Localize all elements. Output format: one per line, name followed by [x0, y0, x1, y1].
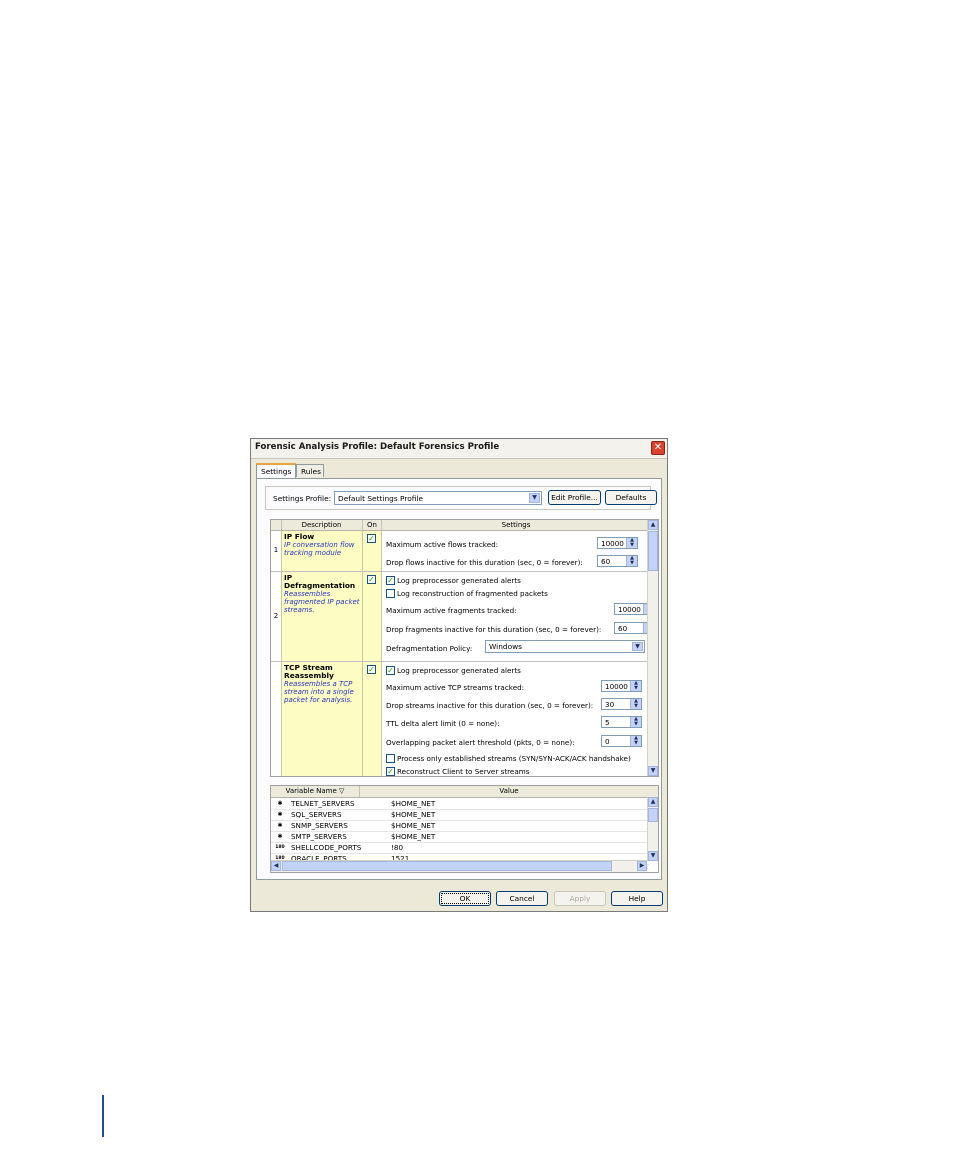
scroll-right-icon[interactable]: ▶ [637, 861, 647, 871]
column-description[interactable]: Description [281, 520, 363, 530]
log-alerts-checkbox[interactable]: ✓ [386, 666, 395, 675]
title-bar[interactable]: Forensic Analysis Profile: Default Foren… [251, 439, 667, 459]
max-flows-stepper[interactable]: 10000 ▲ ▼ [597, 537, 638, 549]
ok-button[interactable]: OK [439, 891, 491, 906]
overlap-threshold-stepper[interactable]: 0 ▲ ▼ [601, 735, 642, 747]
variables-vertical-scrollbar[interactable]: ▲ ▼ [647, 797, 658, 861]
help-button[interactable]: Help [611, 891, 663, 906]
row-description: TCP Stream Reassembly Reassembles a TCP … [281, 662, 363, 776]
tab-rules[interactable]: Rules [296, 464, 324, 477]
grid-vertical-scrollbar[interactable]: ▲ ▼ [647, 520, 658, 776]
defaults-button[interactable]: Defaults [605, 490, 657, 505]
spin-arrows-icon: ▲▼ [626, 556, 637, 566]
defrag-policy-select[interactable]: Windows ▼ [485, 640, 645, 653]
table-row: TCP Stream Reassembly Reassembles a TCP … [271, 662, 651, 776]
window-title: Forensic Analysis Profile: Default Foren… [255, 442, 500, 452]
cancel-button[interactable]: Cancel [496, 891, 548, 906]
enable-tcp-stream-checkbox[interactable]: ✓ [367, 665, 376, 674]
settings-panel: Settings Profile: Default Settings Profi… [256, 478, 662, 880]
row-description: IP Defragmentation Reassembles fragmente… [281, 572, 363, 661]
grid-header: Description On Settings [271, 520, 651, 531]
max-tcp-streams-stepper[interactable]: 10000 ▲ ▼ [601, 680, 642, 692]
variable-icon: ✱ [277, 822, 283, 829]
column-settings[interactable]: Settings [382, 520, 650, 530]
table-row: 2 IP Defragmentation Reassembles fragmen… [271, 572, 655, 662]
settings-profile-label: Settings Profile: [273, 494, 332, 503]
drop-flows-stepper[interactable]: 60 ▲ ▼ [597, 555, 638, 567]
row-description: IP Flow IP conversation flow tracking mo… [281, 531, 363, 571]
enable-ip-flow-checkbox[interactable]: ✓ [367, 534, 376, 543]
scroll-left-icon[interactable]: ◀ [271, 861, 281, 871]
log-reconstruction-checkbox[interactable] [386, 589, 395, 598]
variables-horizontal-scrollbar[interactable]: ◀ ▶ [271, 860, 647, 872]
column-value[interactable]: Value [360, 786, 658, 797]
reconstruct-client-checkbox[interactable]: ✓ [386, 767, 395, 776]
column-on[interactable]: On [363, 520, 382, 530]
scroll-up-icon[interactable]: ▲ [648, 520, 658, 530]
scroll-thumb[interactable] [648, 808, 658, 822]
preprocessor-settings-grid: Description On Settings 1 IP Flow IP con… [270, 519, 659, 777]
apply-button[interactable]: Apply [554, 891, 606, 906]
variable-icon: ✱ [277, 800, 283, 807]
chevron-down-icon[interactable]: ▼ [529, 493, 540, 503]
scroll-thumb[interactable] [648, 531, 658, 571]
spin-arrows-icon: ▲▼ [630, 699, 641, 709]
column-variable-name[interactable]: Variable Name ▽ [271, 786, 360, 797]
spin-arrows-icon: ▲▼ [630, 717, 641, 727]
spin-arrows-icon: ▲▼ [630, 736, 641, 746]
variable-icon: ✱ [277, 833, 283, 840]
established-streams-checkbox[interactable] [386, 754, 395, 763]
tab-settings[interactable]: Settings [256, 463, 296, 478]
edit-profile-button[interactable]: Edit Profile... [548, 490, 601, 505]
enable-ip-defrag-checkbox[interactable]: ✓ [367, 575, 376, 584]
scroll-down-icon[interactable]: ▼ [648, 851, 658, 861]
settings-profile-select[interactable]: Default Settings Profile ▼ [334, 491, 542, 505]
settings-profile-group: Settings Profile: Default Settings Profi… [265, 486, 657, 510]
horizontal-scroll-thumb[interactable] [282, 861, 612, 871]
chevron-down-icon[interactable]: ▼ [632, 642, 643, 651]
close-icon[interactable]: ✕ [651, 441, 665, 455]
drop-streams-stepper[interactable]: 30 ▲ ▼ [601, 698, 642, 710]
page-margin-rule [102, 1095, 104, 1137]
variables-header: Variable Name ▽ Value [271, 786, 658, 798]
scroll-up-icon[interactable]: ▲ [648, 797, 658, 807]
log-alerts-checkbox[interactable]: ✓ [386, 576, 395, 585]
forensic-analysis-profile-dialog: Forensic Analysis Profile: Default Foren… [250, 438, 668, 912]
scroll-down-icon[interactable]: ▼ [648, 766, 658, 776]
ttl-delta-stepper[interactable]: 5 ▲ ▼ [601, 716, 642, 728]
table-row: 1 IP Flow IP conversation flow tracking … [271, 531, 651, 572]
variables-table: Variable Name ▽ Value ✱ TELNET_SERVERS $… [270, 785, 659, 873]
variable-icon: 180 [275, 845, 285, 850]
variable-icon: ✱ [277, 811, 283, 818]
spin-arrows-icon: ▲▼ [626, 538, 637, 548]
spin-arrows-icon: ▲▼ [630, 681, 641, 691]
